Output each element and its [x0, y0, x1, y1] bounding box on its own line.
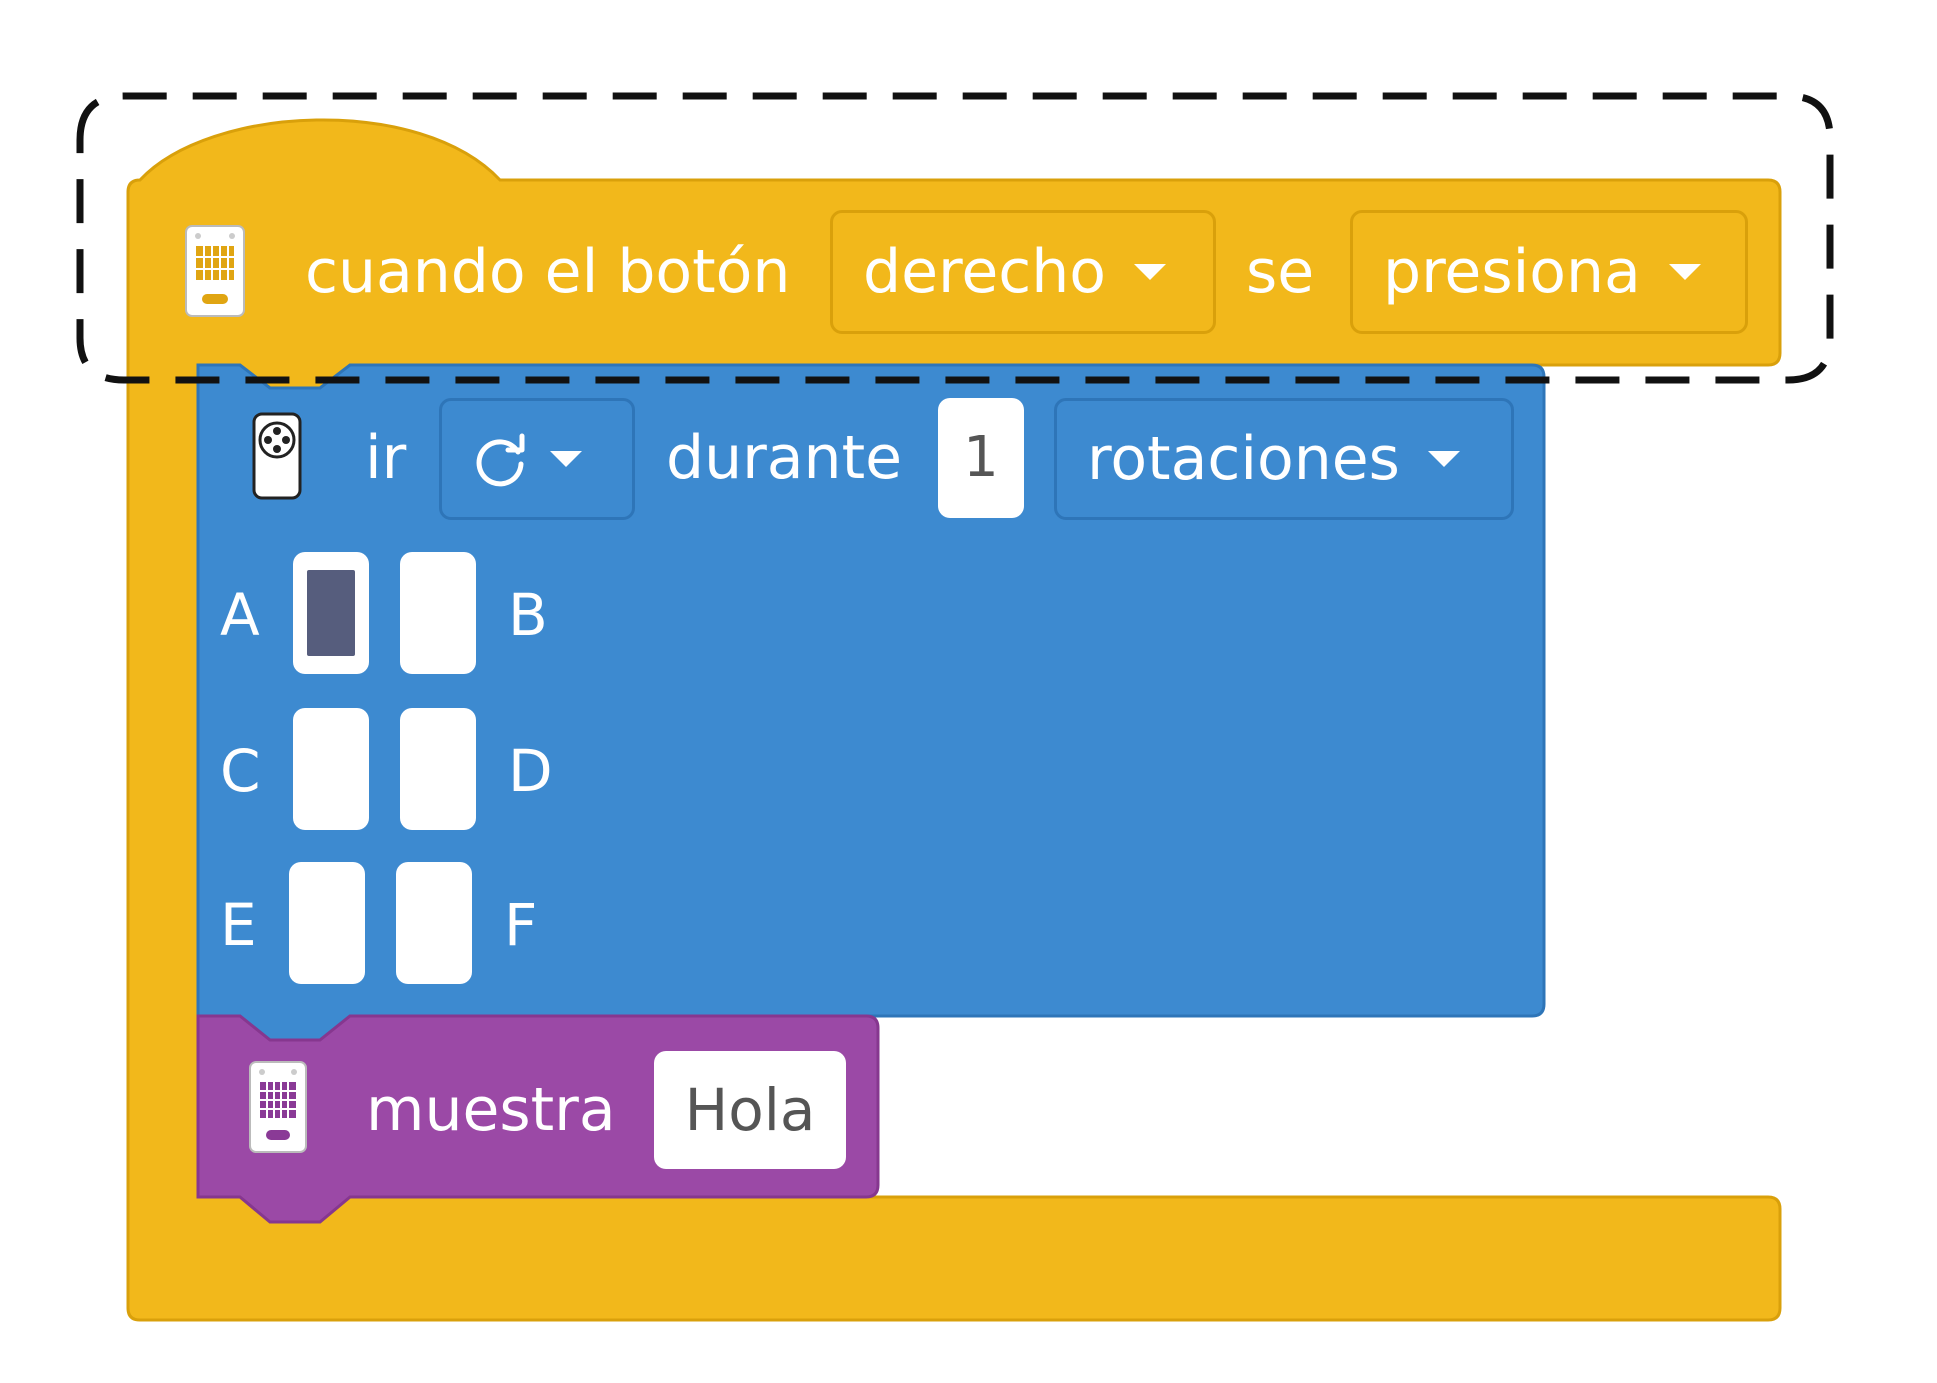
port-selected-marker [307, 570, 355, 656]
amount-input[interactable]: 1 [938, 398, 1024, 518]
display-text-input[interactable]: Hola [654, 1051, 846, 1169]
connector-label: se [1246, 237, 1315, 307]
duration-label: durante [666, 423, 903, 493]
unit-value: rotaciones [1087, 424, 1400, 494]
port-slot-e[interactable] [289, 862, 365, 984]
rotate-clockwise-icon [476, 433, 525, 487]
microbit-board-icon [185, 225, 245, 317]
direction-select[interactable] [439, 398, 635, 520]
port-slot-f[interactable] [396, 862, 472, 984]
motion-label: ir [365, 423, 407, 493]
port-label-c: C [220, 737, 261, 805]
display-label: muestra [366, 1075, 616, 1145]
port-slot-d[interactable] [400, 708, 476, 830]
chevron-down-icon [1427, 451, 1460, 467]
port-label-d: D [508, 737, 553, 805]
chevron-down-icon [550, 451, 582, 467]
port-label-b: B [508, 581, 548, 649]
port-slot-b[interactable] [400, 552, 476, 674]
microbit-board-icon [249, 1061, 307, 1153]
chevron-down-icon [1134, 264, 1166, 280]
port-slot-a[interactable] [293, 552, 369, 674]
event-label: cuando el botón [305, 237, 791, 307]
block-canvas [76, 92, 1834, 1322]
port-label-e: E [220, 891, 257, 959]
port-label-a: A [220, 581, 260, 649]
button-side-value: derecho [863, 237, 1106, 307]
button-action-select[interactable]: presiona [1350, 210, 1748, 334]
unit-select[interactable]: rotaciones [1054, 398, 1514, 520]
port-slot-c[interactable] [293, 708, 369, 830]
motor-wheel-icon [252, 412, 302, 500]
chevron-down-icon [1668, 264, 1701, 280]
button-side-select[interactable]: derecho [830, 210, 1216, 334]
button-action-value: presiona [1383, 237, 1641, 307]
port-label-f: F [504, 891, 538, 959]
